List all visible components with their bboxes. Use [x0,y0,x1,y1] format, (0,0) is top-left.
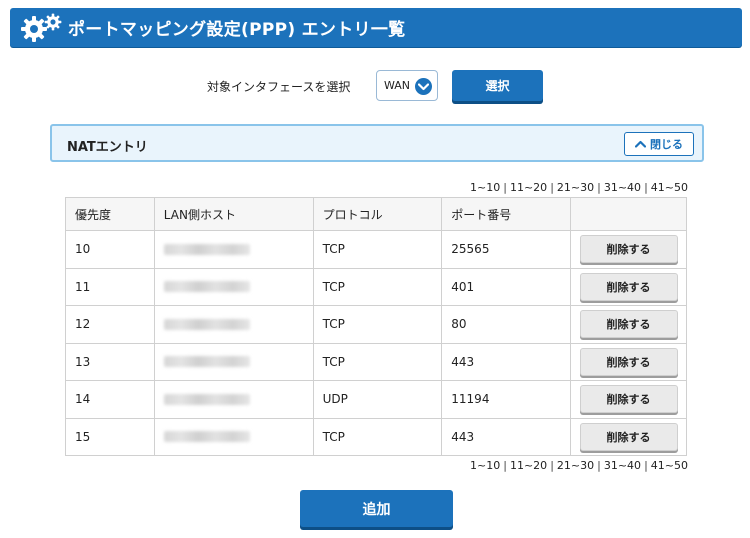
port-cell: 25565 [441,230,572,269]
interface-selector-label: 対象インタフェースを選択 [207,80,351,94]
lan-host-cell [153,380,314,419]
port-cell: 443 [441,417,572,456]
protocol-cell: UDP [312,380,443,419]
page-title: ポートマッピング設定(PPP) エントリ一覧 [68,20,406,40]
interface-selector-row: 対象インタフェースを選択 WAN 選択 [0,70,750,102]
action-cell: 削除する [570,230,687,269]
interface-select[interactable]: WAN [376,70,438,101]
pagination-bottom: 1~10 | 11~20 | 21~30 | 31~40 | 41~50 [470,459,688,472]
redacted-host [163,318,250,330]
page-link[interactable]: 1~10 [470,181,500,194]
column-header-lan-host: LAN側ホスト [153,197,314,231]
redacted-host [163,393,250,405]
nat-entry-table: 優先度 LAN側ホスト プロトコル ポート番号 10 TCP 25565 削除す… [65,197,687,456]
port-cell: 443 [441,342,572,381]
priority-cell: 13 [65,342,155,381]
chevron-up-icon [635,140,646,148]
column-header-action [570,197,687,231]
port-cell: 401 [441,267,572,306]
action-cell: 削除する [570,417,687,456]
page-link[interactable]: 31~40 [604,181,641,194]
redacted-host [163,243,250,255]
delete-button[interactable]: 削除する [579,272,678,301]
action-cell: 削除する [570,380,687,419]
column-header-protocol: プロトコル [312,197,443,231]
table-row: 13 TCP 443 削除する [65,342,687,381]
action-cell: 削除する [570,267,687,306]
protocol-cell: TCP [312,417,443,456]
action-cell: 削除する [570,305,687,344]
priority-cell: 11 [65,267,155,306]
port-cell: 80 [441,305,572,344]
delete-button[interactable]: 削除する [579,385,678,414]
delete-button[interactable]: 削除する [579,347,678,376]
page-link[interactable]: 31~40 [604,459,641,472]
page-link[interactable]: 1~10 [470,459,500,472]
delete-button[interactable]: 削除する [579,235,678,264]
interface-select-value: WAN [384,79,411,92]
chevron-down-icon [415,78,432,95]
action-cell: 削除する [570,342,687,381]
nat-panel-title: NATエントリ [67,140,148,155]
priority-cell: 10 [65,230,155,269]
page-link[interactable]: 21~30 [557,181,594,194]
pagination-top: 1~10 | 11~20 | 21~30 | 31~40 | 41~50 [470,181,688,194]
gears-icon [20,13,64,43]
add-entry-button[interactable]: 追加 [300,490,453,527]
protocol-cell: TCP [312,305,443,344]
table-row: 11 TCP 401 削除する [65,267,687,306]
lan-host-cell [153,267,314,306]
table-row: 12 TCP 80 削除する [65,305,687,344]
page-link[interactable]: 11~20 [510,459,547,472]
page-link[interactable]: 41~50 [651,181,688,194]
table-row: 10 TCP 25565 削除する [65,230,687,269]
delete-button[interactable]: 削除する [579,422,678,451]
table-row: 15 TCP 443 削除する [65,417,687,456]
delete-button[interactable]: 削除する [579,310,678,339]
lan-host-cell [153,305,314,344]
nat-entry-panel: NATエントリ 閉じる [50,124,704,162]
redacted-host [163,356,250,368]
redacted-host [163,431,250,443]
protocol-cell: TCP [312,267,443,306]
lan-host-cell [153,230,314,269]
close-panel-button[interactable]: 閉じる [624,132,694,156]
table-header-row: 優先度 LAN側ホスト プロトコル ポート番号 [65,197,687,231]
protocol-cell: TCP [312,230,443,269]
priority-cell: 15 [65,417,155,456]
protocol-cell: TCP [312,342,443,381]
column-header-priority: 優先度 [65,197,155,231]
redacted-host [163,281,250,293]
page-header: ポートマッピング設定(PPP) エントリ一覧 [10,8,742,47]
close-panel-label: 閉じる [650,138,683,151]
lan-host-cell [153,342,314,381]
select-button[interactable]: 選択 [452,70,543,101]
page-link[interactable]: 21~30 [557,459,594,472]
lan-host-cell [153,417,314,456]
table-row: 14 UDP 11194 削除する [65,380,687,419]
column-header-port: ポート番号 [441,197,572,231]
page-link[interactable]: 41~50 [651,459,688,472]
port-cell: 11194 [441,380,572,419]
priority-cell: 14 [65,380,155,419]
priority-cell: 12 [65,305,155,344]
page-link[interactable]: 11~20 [510,181,547,194]
